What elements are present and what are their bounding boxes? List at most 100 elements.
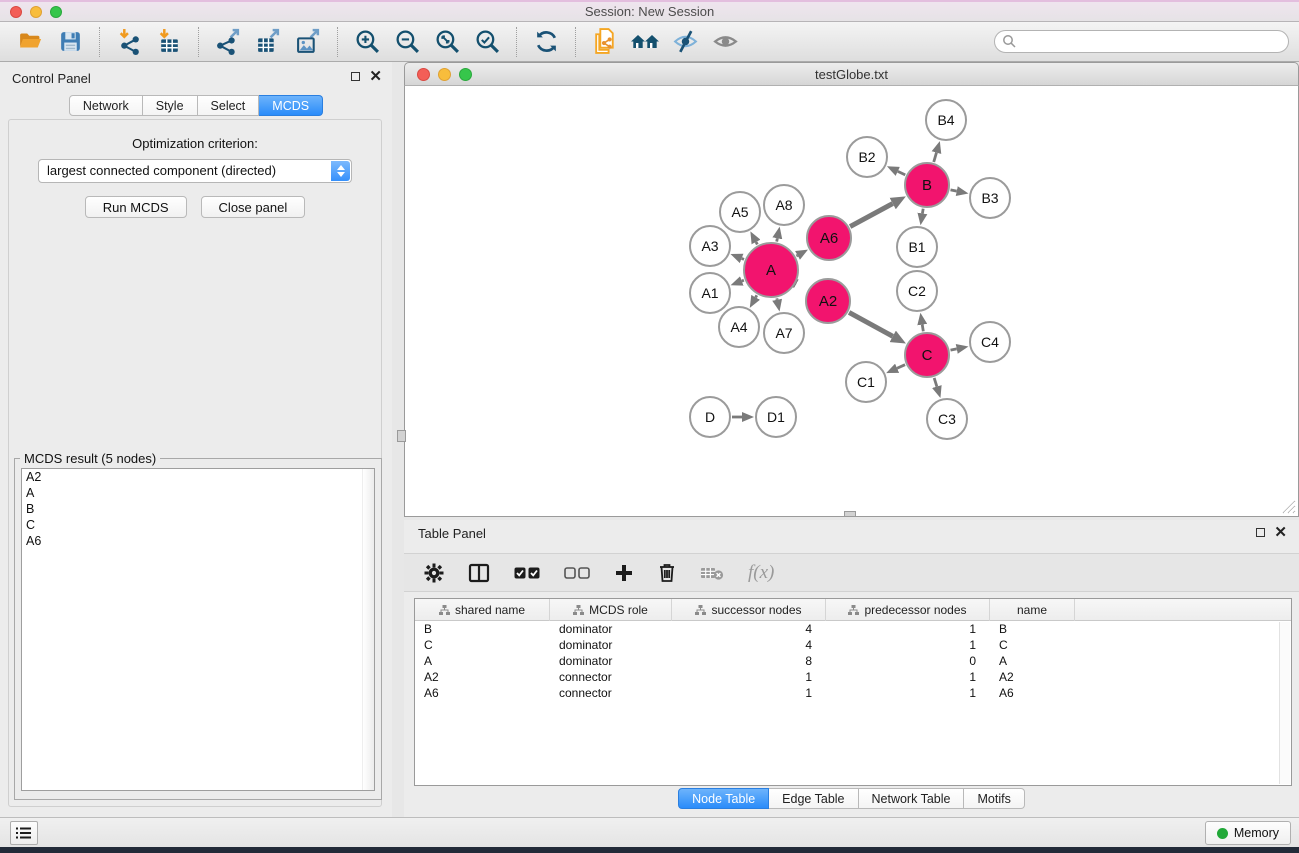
tab-style[interactable]: Style bbox=[143, 95, 198, 116]
result-item[interactable]: C bbox=[22, 517, 374, 533]
mcds-result-list[interactable]: A2ABCA6 bbox=[21, 468, 375, 791]
graph-nodes[interactable]: A A1 A2 A3 A4 A5 A6 A7 A8 B B1 B2 B3B4 C C1 C2 C3C4 D D1 bbox=[690, 100, 1010, 439]
zoom-out-icon[interactable] bbox=[392, 27, 422, 57]
graph-node-C[interactable]: C bbox=[905, 333, 949, 377]
tab-motifs[interactable]: Motifs bbox=[964, 788, 1024, 809]
graph-edge-A-A6[interactable] bbox=[796, 255, 797, 256]
graph-node-B1[interactable]: B1 bbox=[897, 227, 937, 267]
table-row[interactable]: A6connector11A6 bbox=[415, 685, 1291, 701]
graph-node-B3[interactable]: B3 bbox=[970, 178, 1010, 218]
resize-grip-icon[interactable] bbox=[1280, 498, 1296, 514]
zoom-selected-icon[interactable] bbox=[472, 27, 502, 57]
open-session-icon[interactable] bbox=[15, 27, 45, 57]
result-scrollbar[interactable] bbox=[362, 469, 374, 790]
import-network-icon[interactable] bbox=[114, 27, 144, 57]
deselect-all-icon[interactable] bbox=[564, 566, 590, 580]
clone-network-icon[interactable] bbox=[590, 27, 620, 57]
graph-edge-B-B3[interactable] bbox=[951, 190, 957, 191]
export-image-icon[interactable] bbox=[293, 27, 323, 57]
column-header-name[interactable]: name bbox=[990, 599, 1075, 621]
graph-edge-C-C1[interactable] bbox=[897, 365, 905, 369]
tab-mcds[interactable]: MCDS bbox=[259, 95, 323, 116]
graph-node-A7[interactable]: A7 bbox=[764, 313, 804, 353]
graph-node-A6[interactable]: A6 bbox=[807, 216, 851, 260]
close-panel-button[interactable]: Close panel bbox=[201, 196, 306, 218]
graph-edge-C-C2[interactable] bbox=[922, 325, 923, 332]
network-window-titlebar[interactable]: testGlobe.txt bbox=[404, 62, 1299, 86]
graph-node-A5[interactable]: A5 bbox=[720, 192, 760, 232]
column-header-MCDS-role[interactable]: MCDS role bbox=[550, 599, 672, 621]
table-row[interactable]: Bdominator41B bbox=[415, 621, 1291, 637]
graph-edge-A-A8[interactable] bbox=[777, 238, 778, 241]
graph-node-C4[interactable]: C4 bbox=[970, 322, 1010, 362]
table-row[interactable]: Adominator80A bbox=[415, 653, 1291, 669]
result-item[interactable]: B bbox=[22, 501, 374, 517]
graph-node-D[interactable]: D bbox=[690, 397, 730, 437]
column-view-icon[interactable] bbox=[468, 563, 490, 583]
graph-edge-B-B2[interactable] bbox=[898, 171, 905, 174]
refresh-icon[interactable] bbox=[531, 27, 561, 57]
tab-network[interactable]: Network bbox=[69, 95, 143, 116]
float-table-panel-icon[interactable] bbox=[1256, 528, 1265, 537]
column-header-shared-name[interactable]: shared name bbox=[415, 599, 550, 621]
memory-button[interactable]: Memory bbox=[1205, 821, 1291, 845]
graph-edge-A-A3[interactable] bbox=[742, 258, 744, 259]
graph-node-C1[interactable]: C1 bbox=[846, 362, 886, 402]
network-horizontal-scroll-thumb[interactable] bbox=[844, 511, 856, 517]
graph-node-B4[interactable]: B4 bbox=[926, 100, 966, 140]
graph-edge-A-A4[interactable] bbox=[756, 295, 757, 297]
delete-column-icon[interactable] bbox=[658, 562, 676, 583]
result-item[interactable]: A2 bbox=[22, 469, 374, 485]
close-panel-icon[interactable]: ✕ bbox=[369, 71, 382, 82]
column-header-predecessor-nodes[interactable]: predecessor nodes bbox=[826, 599, 990, 621]
network-vertical-scroll-thumb[interactable] bbox=[397, 430, 406, 442]
add-column-icon[interactable] bbox=[614, 563, 634, 583]
hide-graphics-details-icon[interactable] bbox=[670, 27, 700, 57]
graph-edge-B-B1[interactable] bbox=[922, 209, 923, 214]
delete-table-icon[interactable] bbox=[700, 565, 724, 581]
graph-node-C3[interactable]: C3 bbox=[927, 399, 967, 439]
graph-node-A[interactable]: A bbox=[744, 243, 798, 297]
graph-edge-A2-C[interactable] bbox=[849, 312, 893, 336]
node-table[interactable]: shared nameMCDS rolesuccessor nodesprede… bbox=[414, 598, 1292, 786]
graph-edge-A-A5[interactable] bbox=[756, 242, 757, 244]
graph-node-B[interactable]: B bbox=[905, 163, 949, 207]
table-scrollbar[interactable] bbox=[1279, 622, 1290, 784]
tab-network-table[interactable]: Network Table bbox=[859, 788, 965, 809]
tab-edge-table[interactable]: Edge Table bbox=[769, 788, 858, 809]
tab-node-table[interactable]: Node Table bbox=[678, 788, 769, 809]
graph-node-A8[interactable]: A8 bbox=[764, 185, 804, 225]
tab-select[interactable]: Select bbox=[198, 95, 260, 116]
show-graphics-details-icon[interactable] bbox=[710, 27, 740, 57]
result-item[interactable]: A6 bbox=[22, 533, 374, 549]
graph-node-C2[interactable]: C2 bbox=[897, 271, 937, 311]
network-canvas-svg[interactable]: A A1 A2 A3 A4 A5 A6 A7 A8 B B1 B2 B3B4 C C1 C2 C3C4 D D1 bbox=[405, 86, 1298, 516]
zoom-fit-icon[interactable] bbox=[432, 27, 462, 57]
table-settings-icon[interactable] bbox=[424, 563, 444, 583]
network-canvas[interactable]: A A1 A2 A3 A4 A5 A6 A7 A8 B B1 B2 B3B4 C C1 C2 C3C4 D D1 bbox=[404, 86, 1299, 517]
graph-node-B2[interactable]: B2 bbox=[847, 137, 887, 177]
column-header-successor-nodes[interactable]: successor nodes bbox=[672, 599, 826, 621]
function-builder-icon[interactable]: f(x) bbox=[748, 562, 774, 584]
graph-edge-C-C3[interactable] bbox=[934, 378, 937, 387]
close-table-panel-icon[interactable]: ✕ bbox=[1274, 527, 1287, 538]
graph-edge-B-B4[interactable] bbox=[934, 153, 937, 162]
export-network-icon[interactable] bbox=[213, 27, 243, 57]
search-input[interactable] bbox=[994, 30, 1289, 53]
home-layouts-icon[interactable] bbox=[630, 27, 660, 57]
result-item[interactable]: A bbox=[22, 485, 374, 501]
graph-node-A1[interactable]: A1 bbox=[690, 273, 730, 313]
graph-node-A3[interactable]: A3 bbox=[690, 226, 730, 266]
save-session-icon[interactable] bbox=[55, 27, 85, 57]
run-mcds-button[interactable]: Run MCDS bbox=[85, 196, 187, 218]
show-panels-button[interactable] bbox=[10, 821, 38, 845]
zoom-in-icon[interactable] bbox=[352, 27, 382, 57]
graph-node-A4[interactable]: A4 bbox=[719, 307, 759, 347]
criterion-select[interactable]: largest connected component (directed) bbox=[38, 159, 352, 183]
graph-node-A2[interactable]: A2 bbox=[806, 279, 850, 323]
graph-node-D1[interactable]: D1 bbox=[756, 397, 796, 437]
graph-edge-A6-B[interactable] bbox=[850, 204, 893, 227]
import-table-icon[interactable] bbox=[154, 27, 184, 57]
graph-edge-A-A1[interactable] bbox=[742, 280, 744, 281]
select-all-icon[interactable] bbox=[514, 566, 540, 580]
